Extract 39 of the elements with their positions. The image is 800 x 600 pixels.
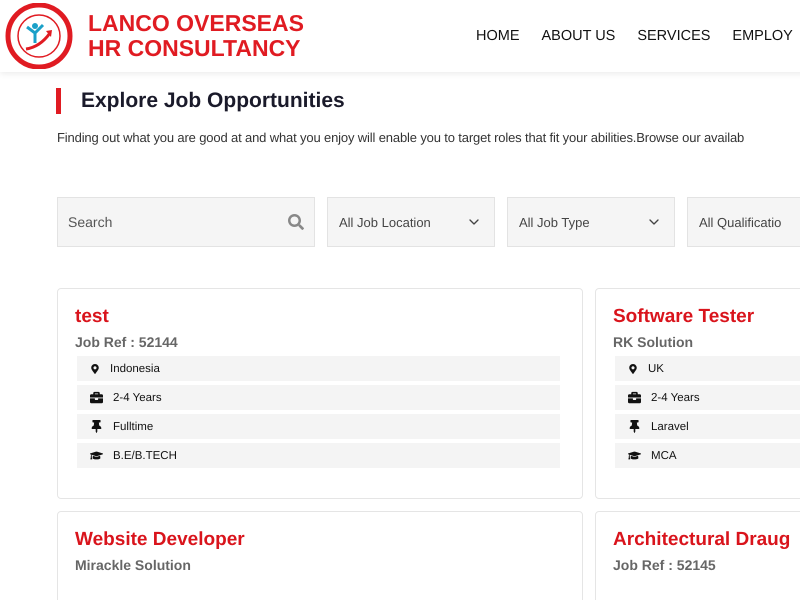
brand-name: HR CONSULTANCY bbox=[88, 36, 302, 61]
nav-link[interactable]: ABOUT US bbox=[541, 28, 616, 44]
job-detail-row: Indonesia bbox=[77, 356, 560, 381]
pushpin-icon bbox=[628, 420, 641, 433]
nav-link[interactable]: SERVICES bbox=[637, 28, 710, 44]
graduation-cap-icon bbox=[628, 449, 641, 462]
job-title[interactable]: Architectural Draug bbox=[613, 529, 790, 551]
pushpin-icon bbox=[90, 420, 103, 433]
nav-link[interactable]: HOME bbox=[476, 28, 520, 44]
job-detail-row: Fulltime bbox=[77, 414, 560, 439]
section-title: Explore Job Opportunities bbox=[56, 88, 800, 114]
filter-dropdown[interactable]: All Job Type bbox=[507, 197, 675, 247]
job-detail-row: 2-4 Years bbox=[77, 385, 560, 410]
job-subtitle: RK Solution bbox=[613, 334, 694, 350]
job-detail-row: Laravel bbox=[615, 414, 800, 439]
job-title[interactable]: Software Tester bbox=[613, 306, 754, 328]
filter-dropdown[interactable]: All Qualificatio bbox=[687, 197, 800, 247]
briefcase-icon bbox=[628, 391, 641, 404]
job-title[interactable]: Website Developer bbox=[75, 529, 245, 551]
search-input[interactable]: Search bbox=[68, 207, 288, 237]
search-field[interactable]: Search bbox=[57, 197, 315, 247]
map-pin-icon bbox=[628, 364, 638, 374]
nav-link[interactable]: EMPLOY bbox=[732, 28, 793, 44]
job-detail-row: MCA bbox=[615, 443, 800, 468]
job-title[interactable]: test bbox=[75, 306, 109, 328]
map-pin-icon bbox=[90, 364, 100, 374]
job-detail-row: 2-4 Years bbox=[615, 385, 800, 410]
job-subtitle: Job Ref : 52145 bbox=[613, 557, 717, 573]
briefcase-icon bbox=[90, 391, 103, 404]
graduation-cap-icon bbox=[90, 449, 103, 462]
job-detail-row: B.E/B.TECH bbox=[77, 443, 560, 468]
logo-emblem-icon bbox=[4, 3, 74, 69]
search-icon bbox=[288, 214, 304, 230]
job-subtitle: Mirackle Solution bbox=[75, 557, 192, 573]
filter-dropdown[interactable]: All Job Location bbox=[327, 197, 495, 247]
intro-text: Finding out what you are good at and what you enjoy will enable you to target roles that fit your abilities.Browse our availab bbox=[57, 130, 744, 145]
brand-name: LANCO OVERSEAS bbox=[88, 11, 304, 36]
job-subtitle: Job Ref : 52144 bbox=[75, 334, 179, 350]
job-detail-row: UK bbox=[615, 356, 800, 381]
